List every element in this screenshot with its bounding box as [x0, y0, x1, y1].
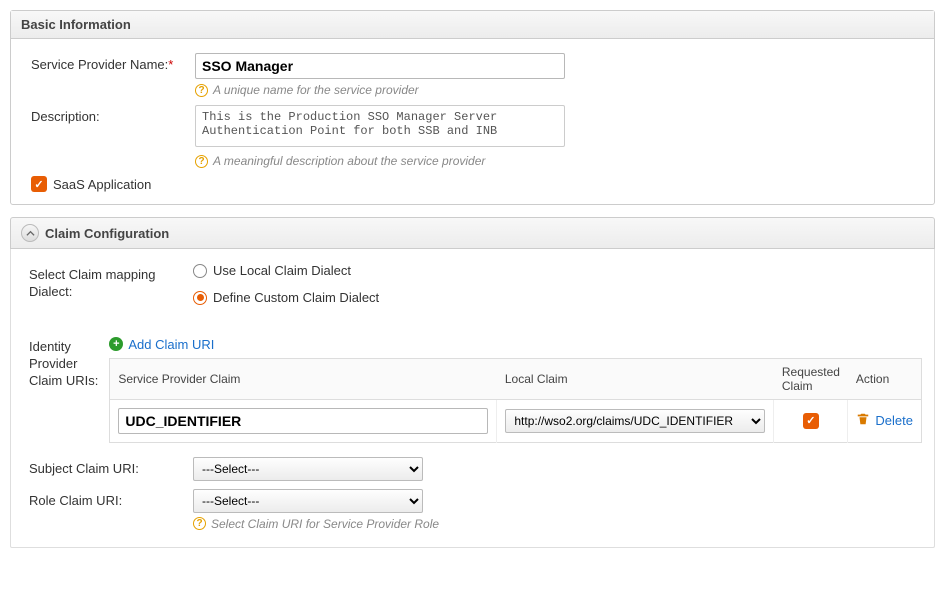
claim-configuration-panel: Claim Configuration Select Claim mapping…: [10, 217, 935, 548]
collapse-toggle-icon[interactable]: [21, 224, 39, 242]
claim-mapping-table: Service Provider Claim Local Claim Reque…: [109, 358, 922, 443]
role-claim-select[interactable]: ---Select---: [193, 489, 423, 513]
claim-configuration-title: Claim Configuration: [45, 226, 169, 241]
radio-custom-dialect[interactable]: Define Custom Claim Dialect: [193, 290, 922, 305]
sp-name-help-text: A unique name for the service provider: [213, 83, 419, 97]
saas-application-label: SaaS Application: [53, 177, 151, 192]
delete-claim-link[interactable]: Delete: [856, 412, 913, 429]
col-header-sp-claim: Service Provider Claim: [110, 358, 497, 399]
basic-information-panel: Basic Information Service Provider Name:…: [10, 10, 935, 205]
description-label: Description:: [25, 105, 195, 124]
description-field: This is the Production SSO Manager Serve…: [195, 105, 920, 168]
description-help: ? A meaningful description about the ser…: [195, 154, 920, 168]
subject-claim-select[interactable]: ---Select---: [193, 457, 423, 481]
trash-icon: [856, 412, 870, 429]
radio-local-label: Use Local Claim Dialect: [213, 263, 351, 278]
idp-claim-uris-field: + Add Claim URI Service Provider Claim L…: [109, 335, 922, 443]
basic-information-header: Basic Information: [11, 11, 934, 39]
help-icon: ?: [193, 517, 206, 530]
sp-claim-input[interactable]: [118, 408, 488, 434]
required-star: *: [168, 57, 173, 72]
role-claim-field: ---Select--- ? Select Claim URI for Serv…: [193, 489, 922, 531]
add-claim-uri-link[interactable]: + Add Claim URI: [109, 337, 214, 352]
service-provider-name-input[interactable]: [195, 53, 565, 79]
radio-icon: [193, 264, 207, 278]
local-claim-select[interactable]: http://wso2.org/claims/UDC_IDENTIFIER: [505, 409, 765, 433]
description-textarea[interactable]: This is the Production SSO Manager Serve…: [195, 105, 565, 147]
col-header-requested: Requested Claim: [774, 358, 848, 399]
description-row: Description: This is the Production SSO …: [25, 105, 920, 168]
service-provider-name-row: Service Provider Name:* ? A unique name …: [25, 53, 920, 97]
radio-custom-label: Define Custom Claim Dialect: [213, 290, 379, 305]
basic-information-title: Basic Information: [21, 17, 131, 32]
saas-application-row: ✓ SaaS Application: [25, 176, 920, 192]
col-header-action: Action: [848, 358, 922, 399]
saas-application-checkbox[interactable]: ✓: [31, 176, 47, 192]
role-claim-label: Role Claim URI:: [23, 489, 193, 508]
role-claim-help: ? Select Claim URI for Service Provider …: [193, 517, 922, 531]
radio-local-dialect[interactable]: Use Local Claim Dialect: [193, 263, 922, 278]
claim-configuration-body: Select Claim mapping Dialect: Use Local …: [10, 249, 935, 548]
dialect-row: Select Claim mapping Dialect: Use Local …: [23, 263, 922, 327]
radio-icon: [193, 291, 207, 305]
sp-name-label-text: Service Provider Name:: [31, 57, 168, 72]
basic-information-body: Service Provider Name:* ? A unique name …: [11, 39, 934, 204]
table-row: http://wso2.org/claims/UDC_IDENTIFIER ✓: [110, 399, 922, 442]
plus-icon: +: [109, 337, 123, 351]
subject-claim-label: Subject Claim URI:: [23, 457, 193, 476]
dialect-radio-group: Use Local Claim Dialect Define Custom Cl…: [193, 263, 922, 317]
col-header-local-claim: Local Claim: [497, 358, 774, 399]
requested-claim-checkbox[interactable]: ✓: [803, 413, 819, 429]
description-help-text: A meaningful description about the servi…: [213, 154, 485, 168]
dialect-label: Select Claim mapping Dialect:: [23, 263, 193, 301]
subject-claim-row: Subject Claim URI: ---Select---: [23, 457, 922, 481]
role-claim-row: Role Claim URI: ---Select--- ? Select Cl…: [23, 489, 922, 531]
sp-name-help: ? A unique name for the service provider: [195, 83, 920, 97]
help-icon: ?: [195, 84, 208, 97]
service-provider-name-label: Service Provider Name:*: [25, 53, 195, 72]
add-claim-uri-text: Add Claim URI: [128, 337, 214, 352]
help-icon: ?: [195, 155, 208, 168]
delete-text: Delete: [875, 413, 913, 428]
role-claim-help-text: Select Claim URI for Service Provider Ro…: [211, 517, 439, 531]
idp-claim-uris-label: Identity Provider Claim URIs:: [23, 335, 109, 390]
idp-claim-uris-row: Identity Provider Claim URIs: + Add Clai…: [23, 335, 922, 443]
subject-claim-field: ---Select---: [193, 457, 922, 481]
claim-configuration-header[interactable]: Claim Configuration: [10, 217, 935, 249]
service-provider-name-field: ? A unique name for the service provider: [195, 53, 920, 97]
